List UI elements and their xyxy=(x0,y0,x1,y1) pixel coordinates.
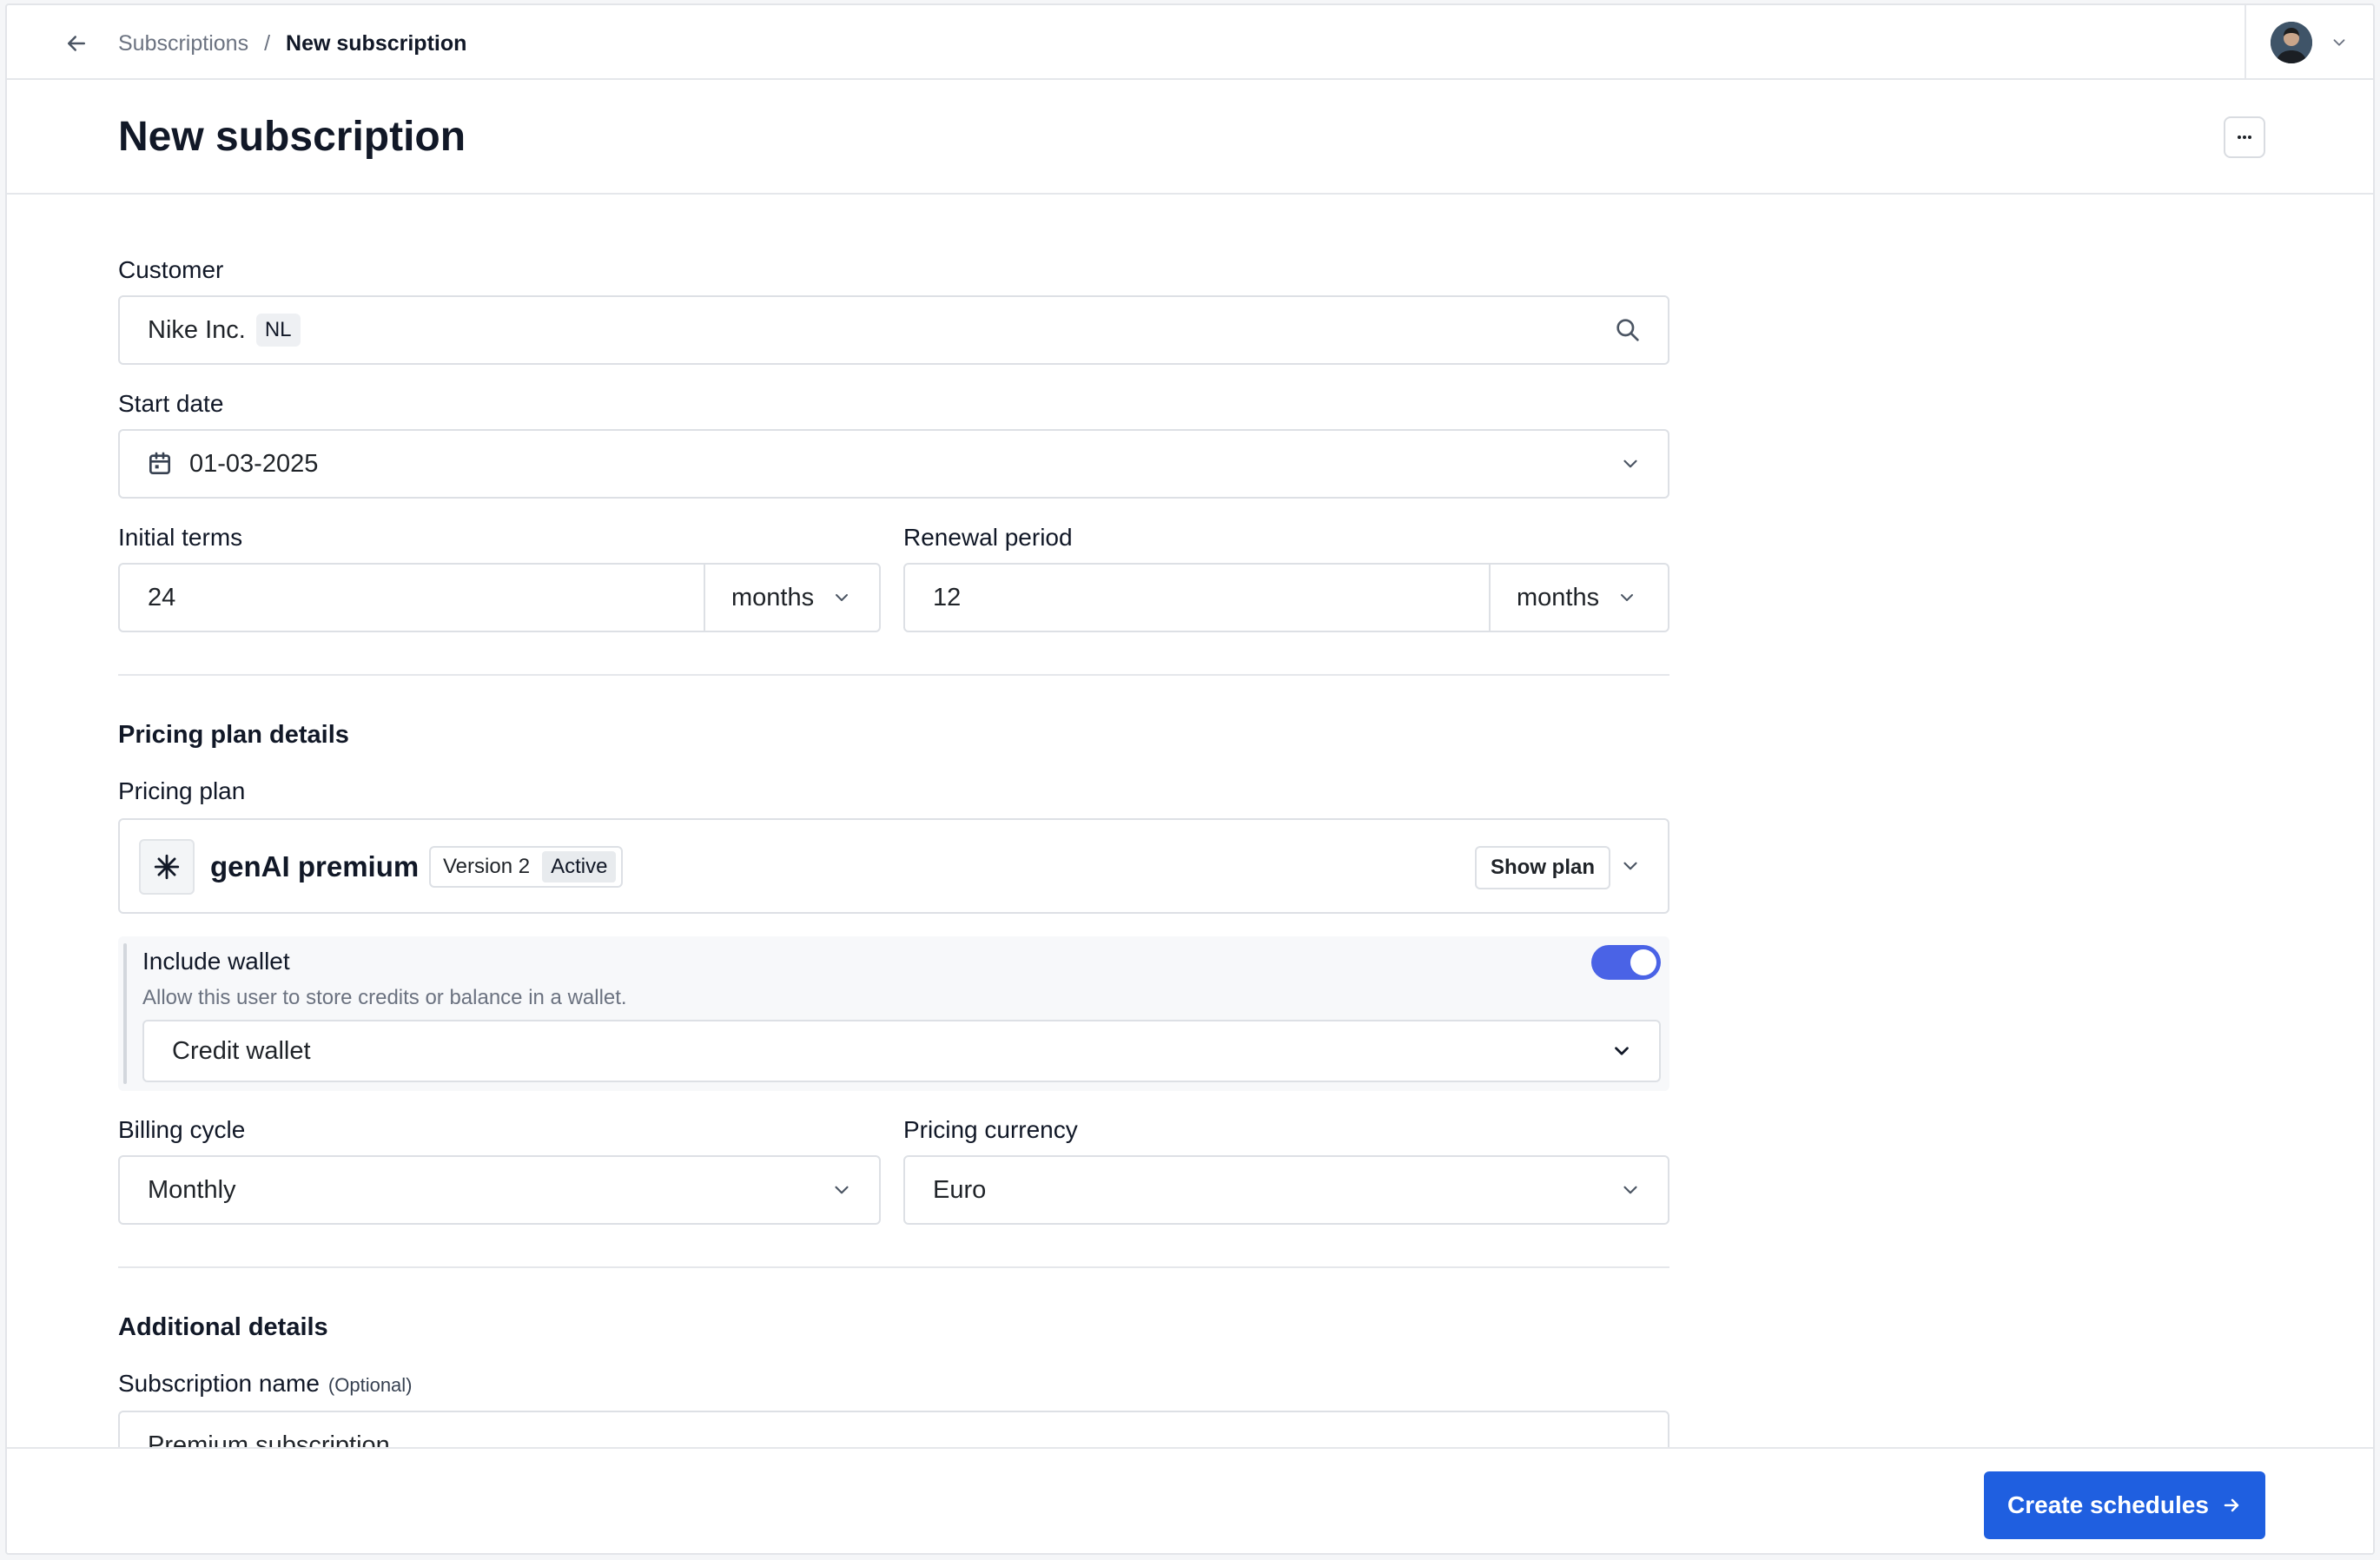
renewal-period-unit: months xyxy=(1517,583,1600,611)
plan-version: Version 2 xyxy=(443,855,531,878)
chevron-down-icon xyxy=(831,587,852,608)
show-plan-button[interactable]: Show plan xyxy=(1475,846,1610,889)
initial-terms-input[interactable]: 24 xyxy=(148,584,175,612)
breadcrumb-separator: / xyxy=(264,31,271,56)
renewal-period-unit-select[interactable]: months xyxy=(1489,565,1669,631)
pricing-plan-name: genAI premium xyxy=(210,850,420,882)
wallet-accent-bar xyxy=(123,943,127,1084)
create-schedules-label: Create schedules xyxy=(2007,1491,2209,1518)
app-window: Subscriptions / New subscription New sub… xyxy=(5,3,2375,1555)
chevron-down-icon xyxy=(2333,39,2345,46)
include-wallet-toggle[interactable] xyxy=(1591,945,1661,980)
arrow-left-icon xyxy=(68,36,85,51)
breadcrumb: Subscriptions / New subscription xyxy=(118,30,466,57)
section-divider xyxy=(118,1266,1669,1268)
search-icon[interactable] xyxy=(1614,316,1642,344)
chevron-down-icon xyxy=(1619,453,1642,475)
customer-label: Customer xyxy=(118,256,224,283)
start-date-picker[interactable]: 01-03-2025 xyxy=(118,429,1669,499)
renewal-period-field: 12 months xyxy=(903,563,1669,632)
include-wallet-description: Allow this user to store credits or bala… xyxy=(142,986,627,1009)
user-menu-button[interactable] xyxy=(2271,21,2349,64)
topbar-divider xyxy=(2244,5,2246,80)
wallet-section: Include wallet Allow this user to store … xyxy=(118,936,1669,1091)
plan-status-badge: Active xyxy=(542,851,617,882)
renewal-period-label: Renewal period xyxy=(903,524,1073,551)
avatar xyxy=(2271,22,2312,63)
top-bar: Subscriptions / New subscription xyxy=(7,5,2373,80)
more-horizontal-icon xyxy=(2238,136,2251,139)
customer-country-tag: NL xyxy=(255,314,301,347)
page-header: New subscription xyxy=(7,80,2373,195)
initial-terms-field: 24 months xyxy=(118,563,881,632)
footer-bar: Create schedules xyxy=(7,1447,2373,1553)
create-schedules-button[interactable]: Create schedules xyxy=(1984,1471,2265,1539)
chevron-down-icon xyxy=(1619,855,1642,877)
additional-section-title: Additional details xyxy=(118,1313,328,1341)
wallet-type-value: Credit wallet xyxy=(172,1036,311,1065)
start-date-value: 01-03-2025 xyxy=(189,449,319,478)
section-divider xyxy=(118,674,1669,676)
calendar-icon xyxy=(146,450,174,478)
optional-hint: (Optional) xyxy=(327,1374,413,1396)
subscription-name-label-text: Subscription name xyxy=(118,1370,320,1397)
breadcrumb-current: New subscription xyxy=(286,31,467,56)
billing-cycle-select[interactable]: Monthly xyxy=(118,1155,881,1225)
breadcrumb-subscriptions-link[interactable]: Subscriptions xyxy=(118,30,248,57)
back-button[interactable] xyxy=(59,26,94,61)
pricing-section-title: Pricing plan details xyxy=(118,721,349,749)
billing-cycle-value: Monthly xyxy=(148,1175,236,1204)
initial-terms-unit-select[interactable]: months xyxy=(704,565,881,631)
chevron-down-icon xyxy=(1616,587,1637,608)
pricing-currency-select[interactable]: Euro xyxy=(903,1155,1669,1225)
pricing-plan-label: Pricing plan xyxy=(118,777,246,804)
pricing-plan-select[interactable]: genAI premium Version 2 Active Show plan xyxy=(118,818,1669,914)
initial-terms-label: Initial terms xyxy=(118,524,243,551)
sparkle-icon xyxy=(139,839,195,895)
page-title: New subscription xyxy=(118,114,466,160)
subscription-name-label: Subscription name (Optional) xyxy=(118,1369,413,1400)
billing-cycle-label: Billing cycle xyxy=(118,1116,246,1143)
chevron-down-icon xyxy=(830,1179,853,1201)
more-options-button[interactable] xyxy=(2224,116,2265,158)
pricing-currency-label: Pricing currency xyxy=(903,1116,1078,1143)
customer-name: Nike Inc. xyxy=(148,315,246,344)
plan-version-badge: Version 2 Active xyxy=(429,846,624,888)
chevron-down-icon xyxy=(1610,1040,1633,1062)
include-wallet-label: Include wallet xyxy=(142,948,290,975)
arrow-right-icon xyxy=(2224,1498,2239,1512)
start-date-label: Start date xyxy=(118,390,224,417)
wallet-type-select[interactable]: Credit wallet xyxy=(142,1020,1661,1082)
renewal-period-input[interactable]: 12 xyxy=(933,584,961,612)
pricing-currency-value: Euro xyxy=(933,1175,987,1204)
initial-terms-unit: months xyxy=(731,583,815,611)
customer-search-field[interactable]: Nike Inc. NL xyxy=(118,295,1669,365)
chevron-down-icon xyxy=(1619,1179,1642,1201)
